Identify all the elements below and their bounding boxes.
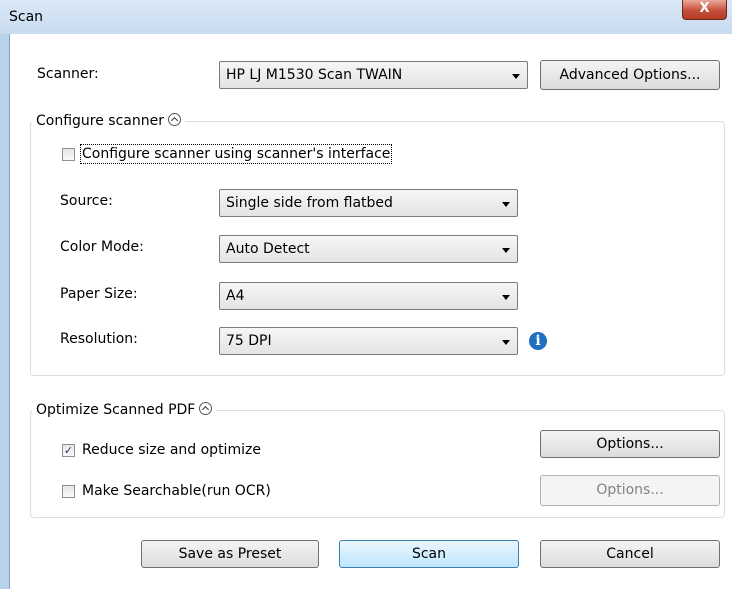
make-searchable-checkbox[interactable] bbox=[62, 485, 75, 498]
scanner-value: HP LJ M1530 Scan TWAIN bbox=[226, 67, 403, 83]
paper-size-select[interactable]: A4 bbox=[219, 282, 518, 310]
cancel-button[interactable]: Cancel bbox=[540, 540, 720, 568]
color-mode-select[interactable]: Auto Detect bbox=[219, 235, 518, 263]
color-mode-value: Auto Detect bbox=[226, 241, 310, 257]
window-title: Scan bbox=[9, 9, 44, 25]
color-mode-label: Color Mode: bbox=[60, 239, 144, 255]
optimize-pdf-legend[interactable]: Optimize Scanned PDF bbox=[32, 402, 217, 418]
make-searchable-label[interactable]: Make Searchable(run OCR) bbox=[82, 483, 271, 499]
advanced-options-button[interactable]: Advanced Options... bbox=[540, 60, 720, 90]
chevron-down-icon bbox=[512, 74, 520, 79]
chevron-down-icon bbox=[502, 295, 510, 300]
use-interface-checkbox[interactable] bbox=[62, 148, 75, 161]
title-bar: Scan X bbox=[0, 0, 732, 34]
chevron-down-icon bbox=[502, 340, 510, 345]
configure-scanner-title: Configure scanner bbox=[36, 113, 164, 129]
collapse-icon[interactable] bbox=[199, 402, 213, 415]
chevron-down-icon bbox=[502, 248, 510, 253]
close-button[interactable]: X bbox=[682, 0, 727, 20]
source-value: Single side from flatbed bbox=[226, 195, 393, 211]
scanner-select[interactable]: HP LJ M1530 Scan TWAIN bbox=[219, 61, 528, 89]
ocr-options-button[interactable]: Options... bbox=[540, 475, 720, 506]
options-button[interactable]: Options... bbox=[540, 430, 720, 458]
optimize-pdf-title: Optimize Scanned PDF bbox=[36, 402, 196, 418]
dialog-body: Scanner: HP LJ M1530 Scan TWAIN Advanced… bbox=[9, 34, 732, 589]
scanner-label: Scanner: bbox=[37, 66, 99, 82]
resolution-label: Resolution: bbox=[60, 331, 138, 347]
reduce-size-label[interactable]: Reduce size and optimize bbox=[82, 442, 261, 458]
info-icon[interactable]: i bbox=[529, 332, 547, 350]
scan-button[interactable]: Scan bbox=[339, 540, 519, 568]
paper-size-label: Paper Size: bbox=[60, 286, 138, 302]
reduce-size-checkbox[interactable]: ✓ bbox=[62, 444, 75, 457]
configure-scanner-legend[interactable]: Configure scanner bbox=[32, 113, 185, 129]
collapse-icon[interactable] bbox=[168, 113, 181, 126]
paper-size-value: A4 bbox=[226, 288, 245, 304]
use-interface-label[interactable]: Configure scanner using scanner's interf… bbox=[79, 144, 393, 164]
source-select[interactable]: Single side from flatbed bbox=[219, 189, 518, 217]
chevron-down-icon bbox=[502, 202, 510, 207]
resolution-value: 75 DPI bbox=[226, 333, 272, 349]
save-preset-button[interactable]: Save as Preset bbox=[141, 540, 319, 568]
source-label: Source: bbox=[60, 193, 113, 209]
resolution-select[interactable]: 75 DPI bbox=[219, 327, 518, 355]
